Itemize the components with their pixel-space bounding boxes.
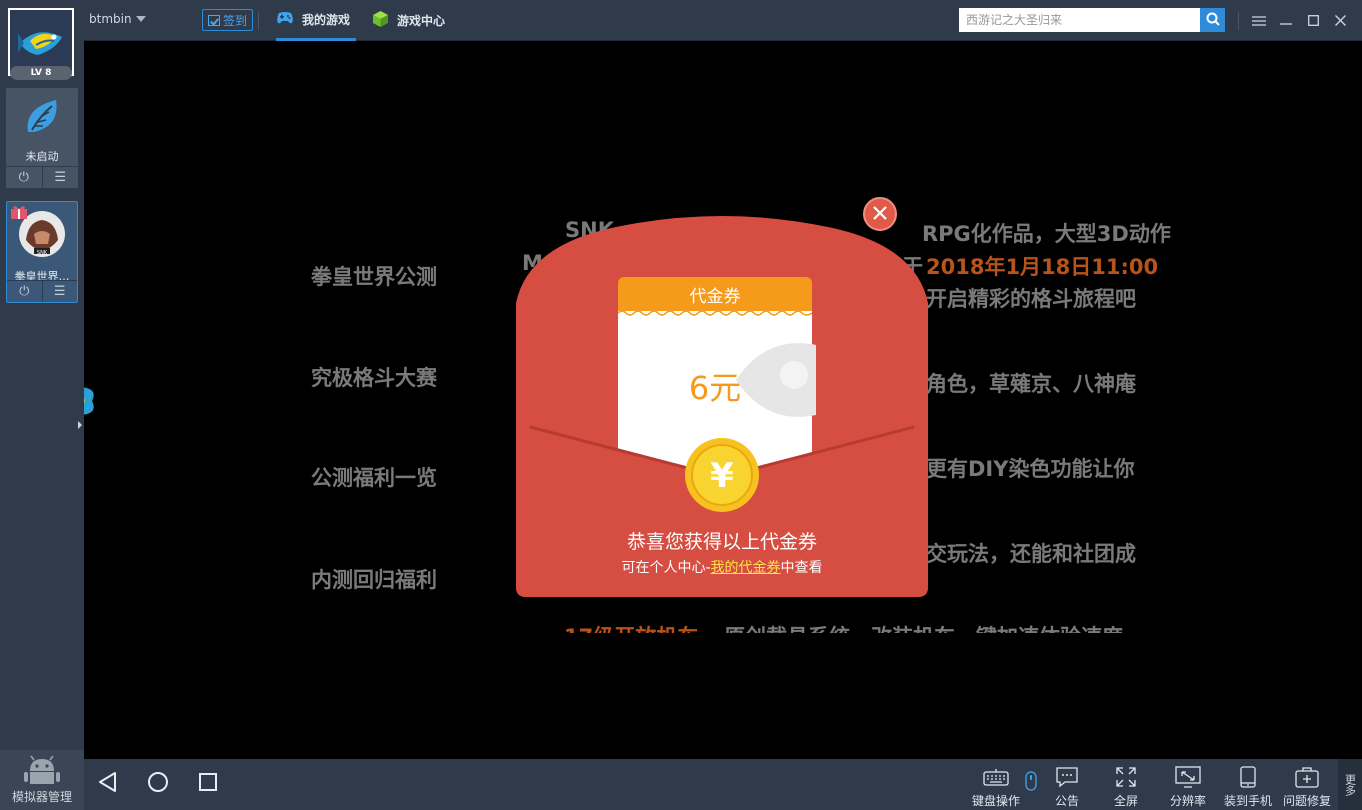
menu-item[interactable]: 公测福利一览	[311, 462, 437, 492]
hint-prefix: 可在个人中心-	[621, 560, 711, 576]
maximize-icon	[1307, 11, 1319, 30]
tab-label: 游戏中心	[397, 14, 446, 28]
menu-icon	[1252, 11, 1266, 30]
tool-label: 公告	[1054, 794, 1079, 808]
username-dropdown[interactable]: btmbin	[89, 12, 146, 26]
fish-avatar-icon	[10, 10, 72, 74]
emulator-window: LV 8 未启动 ⏻ ☰ SNK 拳皇世界… ⏻ ☰ 模拟器管理 btmbin …	[0, 0, 1362, 810]
close-icon	[1334, 11, 1346, 30]
content-text: 更有DIY染色功能让你	[926, 457, 1135, 481]
voucher-popup: 代金券 6元 ¥ 恭喜您获得以上代金券 可在个人中心-我的代金券中查看	[516, 215, 928, 597]
more-label: 更多	[1343, 773, 1357, 796]
repair-icon	[1295, 765, 1319, 789]
close-button[interactable]	[1330, 10, 1350, 30]
menu-icon[interactable]: ☰	[41, 281, 78, 302]
title-bar: btmbin 签到 我的游戏 游戏中心	[84, 0, 1362, 41]
bottom-toolbar: 键盘操作 公告 全屏 分辨率 装到手机 问题修复 更多	[84, 759, 1362, 810]
content-text: 开启精彩的格斗旅程吧	[926, 287, 1136, 311]
minimize-icon	[1280, 11, 1292, 30]
leaf-icon	[22, 96, 62, 142]
search-button[interactable]	[1200, 8, 1225, 32]
search-input[interactable]	[959, 8, 1200, 32]
sidebar-collapse-handle[interactable]	[76, 410, 84, 440]
gamepad-icon	[276, 11, 294, 27]
recent-square-icon	[198, 772, 218, 796]
tool-label: 分辨率	[1169, 794, 1206, 808]
popup-close-button[interactable]	[863, 197, 897, 231]
minimize-button[interactable]	[1276, 10, 1296, 30]
tab-my-games[interactable]: 我的游戏	[276, 0, 357, 41]
tool-label: 装到手机	[1223, 794, 1272, 808]
back-triangle-icon	[97, 771, 119, 797]
app-label: 拳皇世界…	[14, 270, 70, 280]
announcement-icon	[1055, 765, 1079, 789]
android-icon	[22, 755, 62, 788]
sign-in-label: 签到	[223, 13, 248, 28]
fullscreen-button[interactable]: 全屏	[1097, 765, 1155, 809]
sidebar: LV 8 未启动 ⏻ ☰ SNK 拳皇世界… ⏻ ☰ 模拟器管理	[0, 0, 84, 810]
content-text: 交玩法，还能和社团成	[926, 542, 1136, 566]
resolution-button[interactable]: 分辨率	[1159, 765, 1217, 809]
divider	[258, 12, 259, 30]
tool-label: 键盘操作	[971, 794, 1020, 808]
announcement-button[interactable]: 公告	[1038, 765, 1096, 809]
tool-label: 问题修复	[1282, 794, 1331, 808]
mouse-toggle-icon[interactable]	[1025, 771, 1037, 795]
my-vouchers-link[interactable]: 我的代金券	[711, 560, 781, 576]
coin-icon: ¥	[685, 438, 759, 512]
more-button[interactable]: 更多	[1338, 759, 1362, 810]
content-text: 角色，草薙京、八神庵	[926, 372, 1136, 396]
menu-item[interactable]: 拳皇世界公测	[311, 261, 437, 291]
svg-text:SNK: SNK	[37, 250, 48, 256]
recent-apps-button[interactable]	[195, 771, 221, 797]
emulator-manager-label: 模拟器管理	[11, 790, 72, 804]
username-label: btmbin	[89, 12, 132, 26]
home-circle-icon	[147, 771, 169, 797]
divider	[1238, 12, 1239, 30]
fullscreen-icon	[1115, 765, 1137, 789]
game-screen[interactable]: 拳皇世界公测 究极格斗大赛 公测福利一览 内测回归福利 SNK RPG化作品，大…	[84, 41, 1362, 759]
content-fade	[554, 633, 1254, 673]
phone-icon	[1240, 765, 1256, 789]
svg-text:¥: ¥	[710, 456, 734, 496]
menu-item[interactable]: 究极格斗大赛	[311, 362, 437, 392]
repair-button[interactable]: 问题修复	[1278, 765, 1336, 809]
home-button[interactable]	[145, 771, 171, 797]
emulator-manager-button[interactable]: 模拟器管理	[0, 750, 84, 810]
menu-icon[interactable]: ☰	[41, 167, 79, 188]
keyboard-control-button[interactable]: 键盘操作	[967, 765, 1025, 809]
cube-icon	[372, 10, 389, 31]
chevron-down-icon	[135, 16, 146, 22]
tab-game-center[interactable]: 游戏中心	[372, 0, 445, 41]
power-icon[interactable]: ⏻	[6, 167, 42, 188]
install-to-phone-button[interactable]: 装到手机	[1219, 765, 1277, 809]
app-card-unstarted[interactable]: 未启动 ⏻ ☰	[6, 88, 78, 188]
power-icon[interactable]: ⏻	[7, 281, 42, 302]
voucher-hint: 可在个人中心-我的代金券中查看	[516, 557, 928, 577]
tab-label: 我的游戏	[302, 12, 351, 27]
level-badge: LV 8	[10, 66, 72, 80]
search-icon	[1206, 11, 1220, 30]
keyboard-icon	[983, 765, 1009, 789]
hint-suffix: 中查看	[780, 560, 823, 576]
back-button[interactable]	[95, 771, 121, 797]
congrats-message: 恭喜您获得以上代金券	[626, 531, 817, 553]
menu-button[interactable]	[1249, 10, 1269, 30]
app-label: 未启动	[25, 150, 59, 163]
resolution-icon	[1175, 765, 1201, 789]
gift-badge-icon	[10, 204, 28, 224]
menu-item[interactable]: 内测回归福利	[311, 564, 437, 594]
calendar-check-icon	[208, 14, 220, 26]
sign-in-button[interactable]: 签到	[202, 9, 254, 31]
close-icon	[873, 205, 887, 224]
content-text: RPG化作品，大型3D动作	[922, 222, 1171, 246]
fish-float-icon[interactable]	[84, 381, 106, 425]
maximize-button[interactable]	[1303, 10, 1323, 30]
search-box	[959, 8, 1225, 32]
content-date: 2018年1月18日11:00	[926, 255, 1159, 279]
tool-label: 全屏	[1113, 794, 1138, 808]
